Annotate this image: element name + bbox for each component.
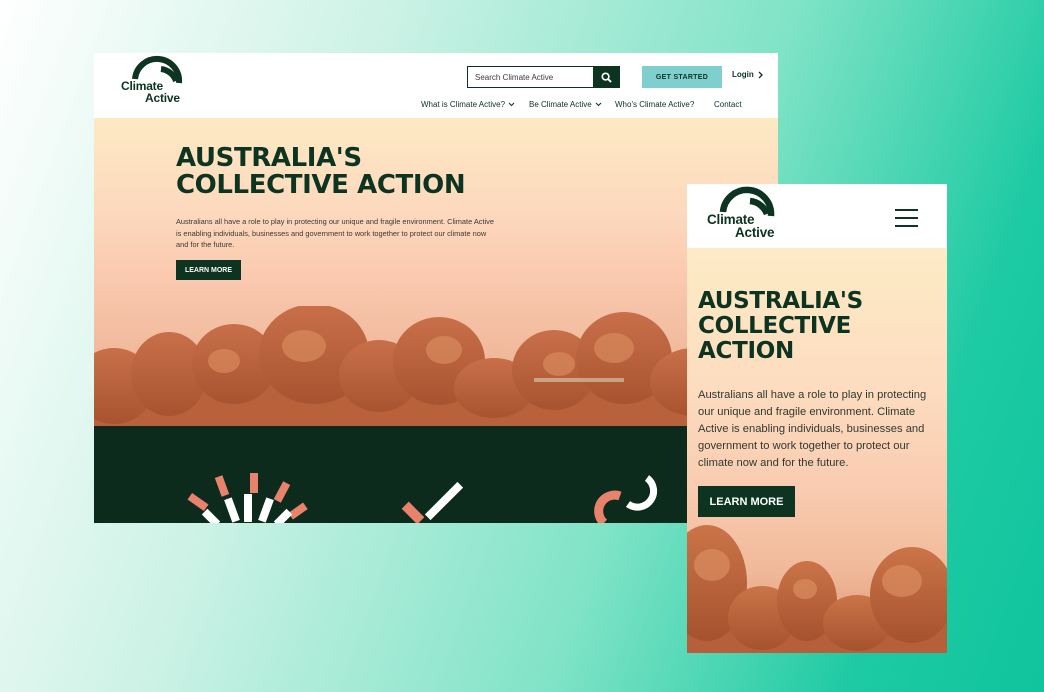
checkmark-icon xyxy=(401,481,464,523)
hamburger-line xyxy=(895,209,918,211)
get-started-button[interactable]: GET STARTED xyxy=(642,66,722,88)
chevron-down-icon xyxy=(508,102,515,107)
tree-canopy-image xyxy=(687,525,947,653)
nav-item-label: Contact xyxy=(714,100,742,109)
desktop-header: Climate Active GET STARTED Login What is… xyxy=(94,53,778,118)
mobile-hero: AUSTRALIA'S COLLECTIVE ACTION Australian… xyxy=(687,248,947,653)
nav-item-label: What is Climate Active? xyxy=(421,100,506,109)
nav-item-be[interactable]: Be Climate Active xyxy=(529,100,615,109)
climate-active-logo[interactable]: Climate Active xyxy=(121,55,187,105)
main-nav: What is Climate Active? Be Climate Activ… xyxy=(421,100,742,109)
hamburger-line xyxy=(895,217,918,219)
hero-title-line: AUSTRALIA'S xyxy=(176,143,362,173)
hamburger-line xyxy=(895,225,918,227)
hero-title: AUSTRALIA'S COLLECTIVE ACTION xyxy=(698,289,863,364)
chevron-down-icon xyxy=(595,102,602,107)
nav-item-label: Who's Climate Active? xyxy=(615,100,695,109)
tree-canopy-image xyxy=(94,306,778,426)
search-input[interactable] xyxy=(468,67,593,87)
cycle-icon xyxy=(594,475,658,523)
hero-body-text: Australians all have a role to play in p… xyxy=(698,389,927,469)
login-link[interactable]: Login xyxy=(732,70,763,79)
nav-item-who[interactable]: Who's Climate Active? xyxy=(615,100,714,109)
learn-more-button[interactable]: LEARN MORE xyxy=(698,486,795,517)
nav-item-what-is[interactable]: What is Climate Active? xyxy=(421,100,529,109)
logo-text-active: Active xyxy=(145,91,180,105)
login-label: Login xyxy=(732,70,754,79)
hero-title-line: ACTION xyxy=(698,338,794,364)
search-button[interactable] xyxy=(593,67,619,87)
search-icon xyxy=(600,71,612,83)
mobile-mockup: Climate Active AUSTRALIA'S COLLECTIVE AC… xyxy=(687,184,947,653)
feature-icons-row xyxy=(187,473,658,523)
mobile-header: Climate Active xyxy=(687,184,947,248)
logo-text-active: Active xyxy=(735,225,775,240)
hero-title-line: COLLECTIVE ACTION xyxy=(176,170,466,200)
desktop-features-strip xyxy=(94,426,778,523)
nav-item-contact[interactable]: Contact xyxy=(714,100,742,109)
hamburger-icon[interactable] xyxy=(895,209,918,227)
search-bar xyxy=(467,66,620,88)
climate-active-logo[interactable]: Climate Active xyxy=(707,186,777,240)
desktop-mockup: Climate Active GET STARTED Login What is… xyxy=(94,53,778,523)
nav-item-label: Be Climate Active xyxy=(529,100,592,109)
chevron-right-icon xyxy=(758,71,763,78)
hero-title: AUSTRALIA'S COLLECTIVE ACTION xyxy=(176,143,466,200)
learn-more-button[interactable]: LEARN MORE xyxy=(176,260,241,280)
hero-title-line: AUSTRALIA'S xyxy=(698,288,863,314)
hero-title-line: COLLECTIVE xyxy=(698,313,852,339)
sunburst-icon xyxy=(187,473,308,523)
hero-body-text: Australians all have a role to play in p… xyxy=(176,217,494,249)
desktop-hero: AUSTRALIA'S COLLECTIVE ACTION Australian… xyxy=(94,118,778,426)
